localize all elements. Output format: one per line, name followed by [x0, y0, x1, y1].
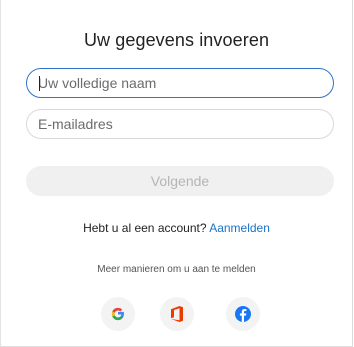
text-cursor: [39, 76, 40, 91]
signin-prompt: Hebt u al een account? Aanmelden: [1, 221, 352, 235]
signin-prompt-text: Hebt u al een account?: [83, 221, 207, 235]
office-icon: [171, 306, 183, 322]
email-field[interactable]: [26, 109, 334, 139]
office-signin-button[interactable]: [160, 297, 194, 331]
more-signin-options-label: Meer manieren om u aan te melden: [97, 264, 256, 275]
signin-link[interactable]: Aanmelden: [209, 221, 270, 235]
facebook-icon: [235, 306, 251, 322]
google-icon: [111, 307, 124, 321]
next-button[interactable]: Volgende: [26, 166, 334, 196]
email-input[interactable]: [27, 110, 333, 138]
signup-panel: Uw gegevens invoeren Volgende Hebt u al …: [0, 0, 353, 347]
full-name-input[interactable]: [27, 69, 333, 97]
google-signin-button[interactable]: [101, 297, 135, 331]
page-title: Uw gegevens invoeren: [83, 30, 270, 50]
facebook-signin-button[interactable]: [226, 297, 260, 331]
full-name-field[interactable]: [26, 68, 334, 98]
